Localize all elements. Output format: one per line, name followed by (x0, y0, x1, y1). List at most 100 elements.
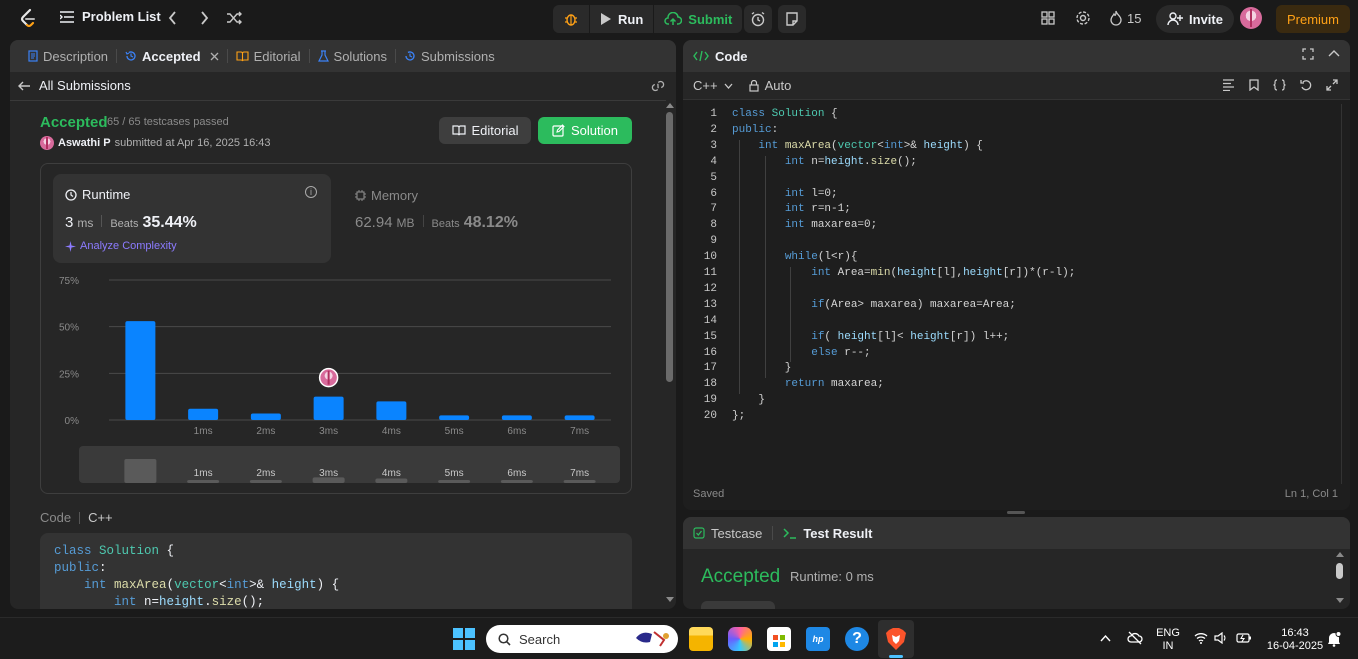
code-line[interactable]: public: (732, 124, 778, 136)
chevron-down-icon[interactable] (724, 83, 733, 89)
code-tab-title[interactable]: Code (715, 49, 748, 64)
chart-bar[interactable] (439, 415, 470, 420)
chart-bar[interactable] (501, 415, 532, 420)
code-line[interactable]: int n=height.size(); (732, 156, 917, 168)
microsoft-store-icon[interactable] (767, 627, 791, 651)
code-line[interactable]: }; (732, 410, 745, 422)
streak-counter[interactable]: 15 (1110, 10, 1141, 26)
help-icon[interactable]: ? (845, 627, 869, 651)
left-scrollbar[interactable] (666, 102, 674, 607)
runtime-distribution-chart[interactable]: 75% 50% 25% 0% 1ms 2ms 3ms 4ms 5ms 6ms 7ms (41, 264, 633, 444)
code-line[interactable]: int r=n-1; (732, 203, 851, 215)
avatar[interactable] (40, 136, 54, 150)
notification-icon[interactable] (1327, 631, 1341, 647)
scrollbar-thumb[interactable] (1336, 563, 1343, 579)
chart-range-slider[interactable]: 1ms 2ms 3ms 4ms 5ms 6ms 7ms (79, 446, 620, 483)
code-line[interactable]: int l=0; (732, 188, 838, 200)
chevron-up-icon[interactable] (1100, 634, 1111, 642)
code-line[interactable]: else r--; (732, 347, 870, 359)
submitted-code-preview[interactable]: class Solution {public: int maxArea(vect… (40, 533, 632, 609)
problem-list-button[interactable]: Problem List (60, 9, 161, 24)
code-line[interactable]: return maxarea; (732, 378, 884, 390)
battery-icon[interactable] (1236, 632, 1252, 644)
analyze-complexity-link[interactable]: Analyze Complexity (65, 240, 177, 252)
format-align-icon[interactable] (1222, 79, 1235, 91)
maximize-icon[interactable] (1302, 48, 1314, 60)
code-line[interactable]: while(l<r){ (732, 251, 858, 263)
next-problem-button[interactable] (199, 11, 209, 25)
bookmark-icon[interactable] (1249, 79, 1259, 91)
timer-button[interactable] (744, 5, 772, 33)
solution-button[interactable]: Solution (538, 117, 632, 144)
windows-start-icon[interactable] (453, 628, 475, 650)
brave-taskbar-item[interactable] (878, 620, 914, 658)
file-explorer-icon[interactable] (689, 627, 713, 651)
debug-button[interactable] (553, 5, 590, 33)
scroll-up-icon[interactable] (1336, 551, 1344, 557)
cloud-offline-icon[interactable] (1127, 631, 1143, 645)
editor-scrollbar[interactable] (1341, 104, 1344, 484)
code-line[interactable]: if(Area> maxarea) maxarea=Area; (732, 299, 1016, 311)
scrollbar-thumb[interactable] (666, 112, 673, 382)
auto-mode-label[interactable]: Auto (765, 78, 792, 93)
settings-button[interactable] (1075, 10, 1091, 26)
tab-accepted[interactable]: Accepted (117, 49, 227, 64)
case-tab[interactable] (701, 601, 775, 609)
tab-submissions[interactable]: Submissions (396, 49, 503, 64)
code-line[interactable]: if( height[l]< height[r]) l++; (732, 331, 1009, 343)
leetcode-logo-icon[interactable] (18, 8, 38, 28)
shuffle-button[interactable] (226, 11, 242, 25)
panel-resize-handle[interactable] (1007, 511, 1025, 514)
code-line[interactable]: class Solution { (732, 108, 838, 120)
expand-icon[interactable] (1326, 79, 1338, 91)
hp-app-icon[interactable]: hp (806, 627, 830, 651)
premium-button[interactable]: Premium (1276, 5, 1350, 33)
language-select[interactable]: C++ (693, 78, 718, 93)
tab-testcase[interactable]: Testcase (711, 526, 762, 541)
notes-button[interactable] (778, 5, 806, 33)
code-line[interactable]: int Area=min(height[l],height[r])*(r-l); (732, 267, 1075, 279)
invite-button[interactable]: Invite (1156, 5, 1234, 33)
scroll-down-icon[interactable] (1336, 598, 1344, 604)
submit-button[interactable]: Submit (654, 5, 742, 33)
tab-test-result[interactable]: Test Result (803, 526, 872, 541)
code-editor[interactable]: 1 class Solution {2 public: 3 int maxArea(v… (683, 106, 1350, 486)
undo-icon[interactable] (1300, 79, 1312, 91)
tab-editorial[interactable]: Editorial (228, 49, 309, 64)
taskbar-search[interactable]: Search (486, 625, 678, 653)
tab-solutions[interactable]: Solutions (310, 49, 395, 64)
chart-bar[interactable] (250, 413, 281, 420)
run-button[interactable]: Run (590, 5, 655, 33)
runtime-card[interactable]: Runtime i 3 ms Beats 35.44% Analyze Comp… (53, 174, 331, 263)
chart-bar[interactable] (564, 415, 595, 420)
scroll-up-icon[interactable] (666, 102, 674, 108)
chart-bar[interactable] (125, 321, 156, 420)
scroll-down-icon[interactable] (666, 597, 674, 603)
wifi-icon[interactable] (1194, 632, 1208, 644)
editorial-button[interactable]: Editorial (439, 117, 531, 144)
user-avatar[interactable] (1240, 7, 1262, 29)
clock[interactable]: 16:43 16-04-2025 (1262, 627, 1328, 653)
copilot-icon[interactable] (728, 627, 752, 651)
link-icon[interactable] (651, 80, 665, 92)
chevron-up-icon[interactable] (1328, 48, 1340, 60)
volume-icon[interactable] (1214, 632, 1228, 644)
tab-description[interactable]: Description (20, 49, 116, 64)
submitter-name[interactable]: Aswathi P (58, 137, 111, 149)
input-language[interactable]: ENG IN (1155, 627, 1181, 653)
all-submissions-link[interactable]: All Submissions (18, 78, 131, 93)
chart-bar[interactable] (188, 408, 219, 420)
code-line[interactable]: int maxarea=0; (732, 219, 877, 231)
chart-bar[interactable] (313, 396, 344, 420)
close-icon[interactable] (210, 52, 219, 61)
info-icon[interactable]: i (305, 186, 317, 198)
chart-bar[interactable] (376, 401, 407, 420)
prev-problem-button[interactable] (168, 11, 178, 25)
layout-button[interactable] (1041, 11, 1055, 25)
result-scrollbar[interactable] (1336, 551, 1344, 607)
braces-icon[interactable] (1273, 79, 1286, 91)
memory-header[interactable]: Memory (355, 188, 418, 203)
code-line[interactable]: } (732, 394, 765, 406)
code-line[interactable]: int maxArea(vector<int>& height) { (732, 140, 983, 152)
code-line[interactable]: } (732, 362, 792, 374)
